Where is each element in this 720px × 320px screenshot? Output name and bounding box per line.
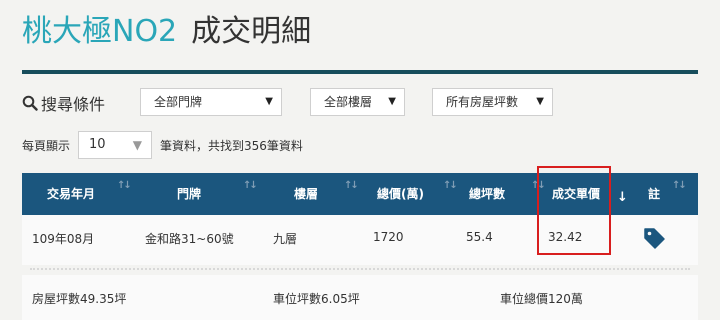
column-header-address[interactable]: 門牌 ↑↓ <box>177 173 258 215</box>
column-header-label: 總價(萬) <box>377 187 424 201</box>
column-header-total-price[interactable]: 總價(萬) ↑↓ <box>377 173 458 215</box>
magnifier-icon <box>22 95 38 111</box>
sort-arrows-icon[interactable]: ↑↓ <box>672 165 687 207</box>
row-details: 房屋坪數49.35坪 車位坪數6.05坪 車位總價120萬 <box>22 275 698 320</box>
column-header-label: 註 <box>648 187 661 201</box>
column-header-label: 交易年月 <box>47 187 96 201</box>
door-number-select[interactable]: 全部門牌 ▼ <box>140 88 282 116</box>
highlight-box <box>537 166 611 255</box>
area-select-value: 所有房屋坪數 <box>446 95 519 109</box>
sort-arrows-icon[interactable]: ↑↓ <box>443 165 458 207</box>
page-title: 桃大極NO2 成交明細 <box>22 12 311 52</box>
column-header-label: 總坪數 <box>469 187 506 201</box>
column-header-note[interactable]: 註 ↑↓ <box>648 173 687 215</box>
dropdown-arrow-icon: ▼ <box>536 96 544 107</box>
door-number-select-value: 全部門牌 <box>154 95 203 109</box>
search-label-text: 搜尋條件 <box>41 95 106 114</box>
sort-arrows-icon[interactable]: ↑↓ <box>344 165 359 207</box>
detail-house-area: 房屋坪數49.35坪 <box>32 292 127 306</box>
column-header-label: 樓層 <box>294 187 319 201</box>
column-header-floor[interactable]: 樓層 ↑↓ <box>294 173 359 215</box>
per-page-label: 每頁顯示 <box>22 139 71 153</box>
price-tag-icon[interactable] <box>642 226 666 250</box>
title-divider <box>22 70 698 74</box>
cell-floor: 九層 <box>273 232 298 246</box>
dropdown-arrow-icon: ▼ <box>265 96 273 107</box>
page-subtitle: 成交明細 <box>191 14 312 49</box>
row-divider <box>30 268 690 270</box>
per-page-value: 10 <box>89 137 106 152</box>
search-filters: 搜尋條件 全部門牌 ▼ 全部樓層 ▼ 所有房屋坪數 ▼ <box>22 88 702 116</box>
cell-total-price: 1720 <box>373 230 404 244</box>
detail-parking-price: 車位總價120萬 <box>500 292 583 306</box>
column-header-date[interactable]: 交易年月 ↑↓ <box>47 173 132 215</box>
dropdown-arrow-icon: ▼ <box>132 138 142 152</box>
project-name: 桃大極NO2 <box>22 14 178 49</box>
detail-parking-area: 車位坪數6.05坪 <box>273 292 360 306</box>
per-page-select[interactable]: 10 ▼ <box>78 131 152 159</box>
result-count: 筆資料，共找到356筆資料 <box>160 139 303 153</box>
sort-down-icon[interactable]: ↓ <box>617 177 628 219</box>
cell-total-area: 55.4 <box>466 230 493 244</box>
paging-bar: 每頁顯示 10 ▼ 筆資料，共找到356筆資料 <box>22 131 702 159</box>
cell-address: 金和路31~60號 <box>145 232 234 246</box>
dropdown-arrow-icon: ▼ <box>388 96 396 107</box>
area-select[interactable]: 所有房屋坪數 ▼ <box>432 88 553 116</box>
search-label: 搜尋條件 <box>22 91 105 115</box>
floor-select[interactable]: 全部樓層 ▼ <box>310 88 405 116</box>
column-header-total-area[interactable]: 總坪數 ↑↓ <box>469 173 546 215</box>
column-header-label: 門牌 <box>177 187 202 201</box>
sort-arrows-icon[interactable]: ↑↓ <box>243 165 258 207</box>
sort-arrows-icon[interactable]: ↑↓ <box>117 165 132 207</box>
cell-date: 109年08月 <box>32 232 95 246</box>
floor-select-value: 全部樓層 <box>324 95 373 109</box>
